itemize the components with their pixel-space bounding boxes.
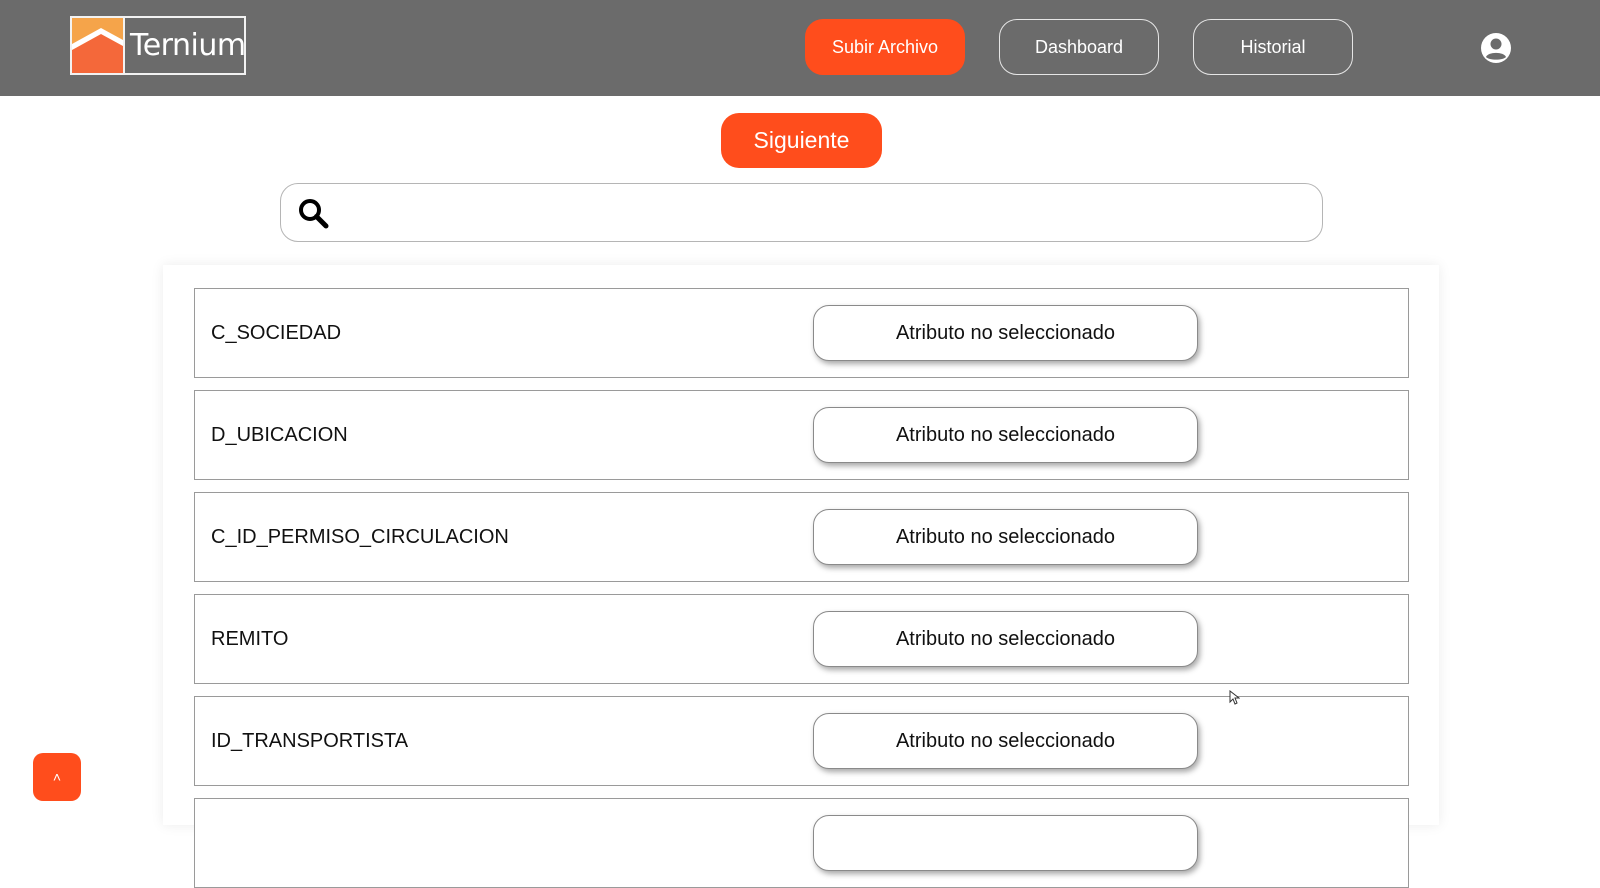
attribute-select-button[interactable]: Atributo no seleccionado	[813, 509, 1198, 565]
search-bar	[280, 183, 1323, 242]
dashboard-button[interactable]: Dashboard	[999, 19, 1159, 75]
attribute-select-button[interactable]: Atributo no seleccionado	[813, 713, 1198, 769]
list-item: C_SOCIEDAD Atributo no seleccionado	[194, 288, 1409, 378]
list-item: REMITO Atributo no seleccionado	[194, 594, 1409, 684]
field-name: D_UBICACION	[211, 424, 348, 446]
field-name: ID_TRANSPORTISTA	[211, 730, 409, 752]
field-name: C_SOCIEDAD	[211, 322, 342, 344]
chevron-up-icon: ˄	[52, 769, 62, 785]
list-item	[194, 798, 1409, 888]
ternium-logo-mark-icon	[72, 18, 125, 73]
list-item: C_ID_PERMISO_CIRCULACION Atributo no sel…	[194, 492, 1409, 582]
search-input[interactable]	[341, 192, 1301, 234]
list-item: ID_TRANSPORTISTA Atributo no seleccionad…	[194, 696, 1409, 786]
attribute-mapping-list: C_SOCIEDAD Atributo no seleccionado D_UB…	[163, 265, 1439, 888]
attribute-select-button[interactable]	[813, 815, 1198, 871]
upload-file-button[interactable]: Subir Archivo	[805, 19, 965, 75]
list-item: D_UBICACION Atributo no seleccionado	[194, 390, 1409, 480]
history-button[interactable]: Historial	[1193, 19, 1353, 75]
logo-text: Ternium	[130, 28, 246, 63]
user-circle-icon[interactable]	[1480, 32, 1512, 64]
attribute-select-button[interactable]: Atributo no seleccionado	[813, 305, 1198, 361]
field-name: REMITO	[211, 628, 289, 650]
field-name: C_ID_PERMISO_CIRCULACION	[211, 526, 509, 548]
search-icon	[299, 199, 329, 229]
scroll-to-top-button[interactable]: ˄	[33, 753, 81, 801]
top-navigation-bar: Ternium Subir Archivo Dashboard Historia…	[0, 0, 1600, 96]
attribute-select-button[interactable]: Atributo no seleccionado	[813, 611, 1198, 667]
mouse-cursor-icon	[1229, 690, 1240, 705]
attribute-select-button[interactable]: Atributo no seleccionado	[813, 407, 1198, 463]
ternium-logo[interactable]: Ternium	[70, 16, 246, 75]
next-button[interactable]: Siguiente	[721, 113, 882, 168]
